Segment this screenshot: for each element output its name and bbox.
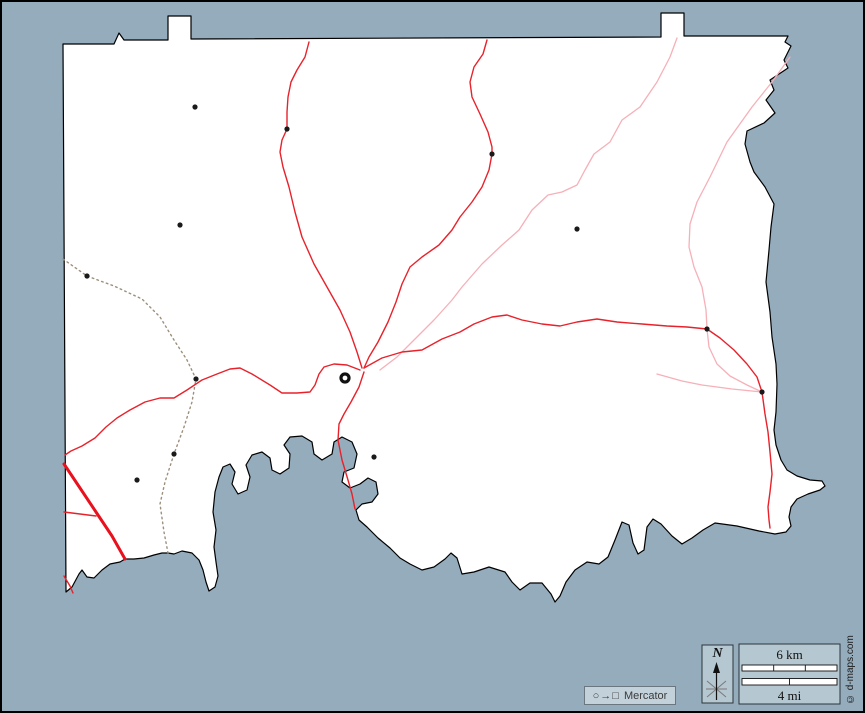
county-outline — [63, 13, 825, 602]
county-seat-marker — [341, 374, 349, 382]
map-canvas: N 6 km 4 mi ○→□ Mercator © d-maps.com — [0, 0, 865, 713]
town-dot — [171, 451, 176, 456]
town-dot — [193, 376, 198, 381]
scalebar-km — [742, 665, 837, 671]
town-dot — [284, 126, 289, 131]
north-arrow-panel — [702, 645, 733, 703]
scalebar-panel — [739, 644, 840, 704]
town-dot — [84, 273, 89, 278]
town-dot — [574, 226, 579, 231]
town-dot — [704, 326, 709, 331]
town-dot — [177, 222, 182, 227]
scalebar-mi — [742, 679, 837, 686]
town-dot — [134, 477, 139, 482]
town-dot — [192, 104, 197, 109]
town-dot — [489, 151, 494, 156]
town-dot — [759, 389, 764, 394]
town-dot — [371, 454, 376, 459]
map-svg — [2, 2, 865, 713]
